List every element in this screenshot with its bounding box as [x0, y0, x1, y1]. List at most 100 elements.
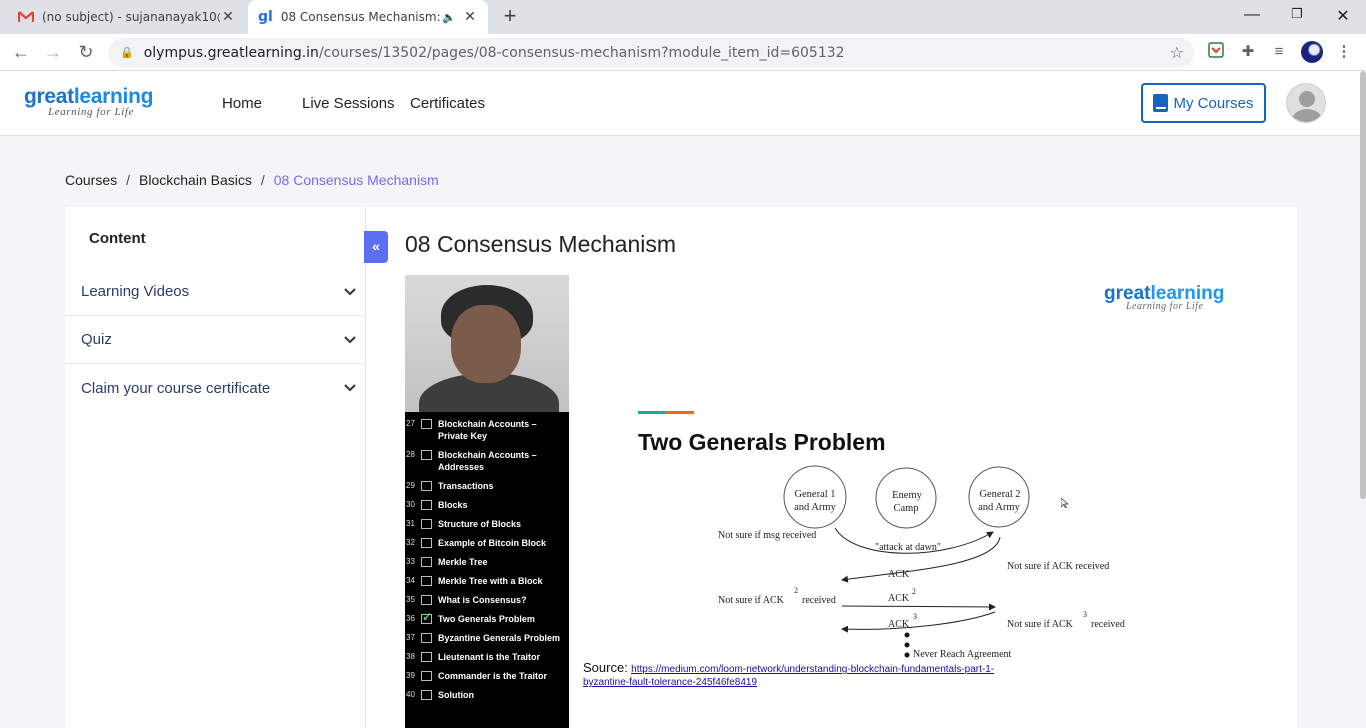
new-tab-icon[interactable]: +	[499, 5, 521, 27]
general-1-label: and Army	[794, 502, 836, 513]
page-title: 08 Consensus Mechanism	[405, 231, 677, 257]
close-tab-icon[interactable]: ✕	[462, 9, 478, 25]
page-scrollbar[interactable]	[1360, 71, 1366, 499]
forward-icon[interactable]: →	[42, 42, 64, 64]
slide-greatlearning-logo: greatlearning Learning for Life	[1104, 283, 1224, 312]
ellipsis-dot	[904, 652, 910, 658]
video-topic-list: 27 Blockchain Accounts – Private Key 28 Blo…	[405, 412, 569, 728]
speaker-icon[interactable]: 🔈	[442, 11, 456, 24]
mouse-cursor-icon	[1061, 498, 1069, 508]
window-close-icon[interactable]: ✕	[1333, 6, 1353, 26]
my-courses-button[interactable]: My Courses	[1141, 83, 1266, 123]
site-header: greatlearning Learning for Life Home Liv…	[0, 71, 1366, 136]
video-player[interactable]: 27 Blockchain Accounts – Private Key 28 Blo…	[405, 275, 1295, 728]
toc-number: 32	[406, 538, 415, 547]
slide-title: Two Generals Problem	[638, 429, 886, 455]
toc-label: Two Generals Problem	[438, 614, 535, 624]
url-path: /courses/13502/pages/08-consensus-mechan…	[318, 44, 845, 61]
book-icon	[1153, 94, 1169, 112]
toc-item: 40 Solution	[405, 689, 569, 701]
ack2-label: ACK	[888, 593, 910, 604]
breadcrumb-courses[interactable]: Courses	[65, 172, 117, 188]
ack2-superscript: 2	[912, 587, 916, 596]
not-sure-ack-label: Not sure if ACK received	[1007, 561, 1109, 572]
toc-number: 38	[406, 652, 415, 661]
nav-live-sessions[interactable]: Live Sessions	[302, 95, 395, 112]
general-1-label: General 1	[794, 489, 835, 500]
checkbox-icon	[421, 576, 432, 586]
browser-tab-active[interactable]: gl 08 Consensus Mechanism: Bl 🔈 ✕	[248, 0, 488, 34]
browser-tab-bar: (no subject) - sujananayak10@gm ✕ gl 08 …	[0, 0, 1366, 34]
reload-icon[interactable]: ↻	[75, 42, 97, 64]
media-control-icon[interactable]: ≡	[1269, 42, 1289, 62]
toc-label: Example of Bitcoin Block	[438, 538, 547, 548]
sidebar-item-label: Claim your course certificate	[81, 379, 271, 397]
toc-item: 31 Structure of Blocks	[405, 518, 569, 530]
chevron-down-icon[interactable]	[335, 384, 365, 392]
toc-number: 40	[406, 690, 415, 699]
checkbox-checked-icon	[421, 611, 432, 624]
address-bar[interactable]: 🔒 olympus.greatlearning.in/courses/13502…	[108, 38, 1194, 67]
source-link-continued[interactable]: byzantine-fault-tolerance-245f46fe8419	[583, 676, 994, 689]
toc-label: Byzantine Generals Problem	[438, 633, 561, 643]
toc-number: 31	[406, 519, 415, 528]
ellipsis-dot	[904, 642, 910, 648]
checkbox-icon	[421, 557, 432, 567]
pocket-extension-icon[interactable]	[1206, 42, 1226, 62]
toc-item: 28 Blockchain Accounts – Addresses	[405, 449, 569, 473]
collapse-sidebar-button[interactable]: «	[364, 231, 388, 263]
chevron-down-icon[interactable]	[335, 335, 365, 344]
sidebar-item-learning-videos[interactable]: Learning Videos	[65, 268, 365, 316]
toc-item: 29 Transactions	[405, 480, 569, 492]
sidebar-heading: Content	[89, 230, 146, 247]
checkbox-icon	[421, 519, 432, 529]
ellipsis-dot	[904, 632, 910, 638]
back-icon[interactable]: ←	[10, 42, 32, 64]
user-avatar[interactable]	[1286, 83, 1326, 123]
browser-tab-gmail[interactable]: (no subject) - sujananayak10@gm ✕	[8, 0, 246, 34]
toc-item: 38 Lieutenant is the Traitor	[405, 651, 569, 663]
toc-label: Commander is the Traitor	[438, 671, 548, 681]
nav-certificates[interactable]: Certificates	[410, 95, 485, 112]
sidebar-item-quiz[interactable]: Quiz	[65, 316, 365, 364]
toc-item: 34 Merkle Tree with a Block	[405, 575, 569, 587]
checkbox-icon	[421, 690, 432, 700]
slide-accent-bar	[638, 411, 694, 414]
sidebar-item-claim-certificate[interactable]: Claim your course certificate	[65, 364, 365, 412]
tab-title: (no subject) - sujananayak10@gm	[42, 10, 220, 24]
toc-label: Solution	[438, 690, 474, 700]
nav-home[interactable]: Home	[222, 95, 262, 112]
browser-profile-avatar[interactable]	[1301, 41, 1323, 63]
not-sure-msg-label: Not sure if msg received	[718, 530, 816, 541]
toc-label: Transactions	[438, 481, 494, 491]
toc-item: 27 Blockchain Accounts – Private Key	[405, 418, 569, 442]
never-agreement-label: Never Reach Agreement	[913, 649, 1012, 660]
extensions-puzzle-icon[interactable]: ✚	[1238, 42, 1258, 62]
not-sure-ack3-suffix: received	[1091, 619, 1125, 630]
tab-title: 08 Consensus Mechanism: Bl	[280, 10, 443, 24]
source-link[interactable]: https://medium.com/loom-network/understa…	[631, 664, 994, 675]
checkbox-icon	[421, 500, 432, 510]
ack3-superscript: 3	[913, 612, 917, 621]
instructor-webcam	[405, 275, 569, 412]
bookmark-star-icon[interactable]: ☆	[1170, 43, 1184, 62]
lock-icon[interactable]: 🔒	[120, 46, 134, 59]
breadcrumb-blockchain-basics[interactable]: Blockchain Basics	[139, 172, 252, 188]
greatlearning-logo[interactable]: greatlearning Learning for Life	[24, 85, 153, 118]
minimize-icon[interactable]: —	[1242, 6, 1262, 24]
browser-menu-icon[interactable]: ⋮	[1334, 42, 1354, 62]
source-label: Source:	[583, 660, 628, 675]
ack3-arrow	[841, 611, 996, 633]
close-tab-icon[interactable]: ✕	[220, 9, 236, 25]
not-sure-ack3-label: Not sure if ACK	[1007, 619, 1074, 630]
toc-item: 33 Merkle Tree	[405, 556, 569, 568]
general-2-label: General 2	[979, 489, 1020, 500]
chevron-down-icon[interactable]	[335, 287, 365, 296]
toc-label: Structure of Blocks	[438, 519, 522, 529]
checkbox-icon	[421, 538, 432, 548]
restore-icon[interactable]: ❐	[1287, 6, 1307, 22]
toc-label: Blockchain Accounts – Private Key	[438, 419, 537, 441]
not-sure-ack2-suffix: received	[802, 595, 836, 606]
toc-item: 36 Two Generals Problem	[405, 611, 569, 625]
checkbox-icon	[421, 419, 432, 429]
